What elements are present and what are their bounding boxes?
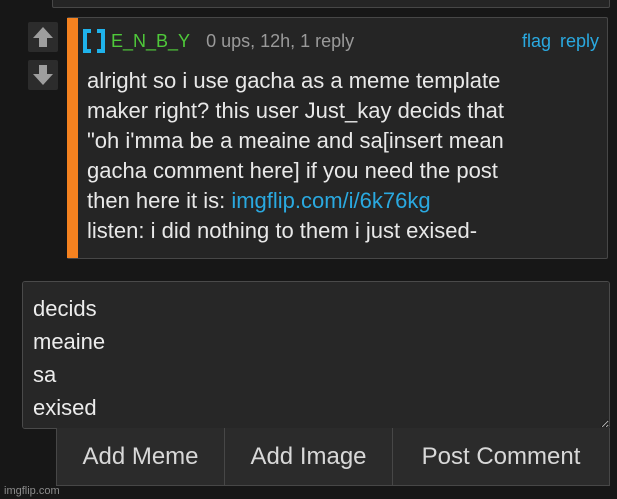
watermark: imgflip.com — [4, 485, 60, 497]
comment-meta: 0 ups, 12h, 1 reply — [206, 30, 355, 51]
comment-accent-bar — [67, 18, 78, 258]
comment-card: E_N_B_Y 0 ups, 12h, 1 reply flag reply a… — [67, 17, 608, 259]
reply-textarea[interactable]: decids meaine sa exised — [22, 281, 610, 429]
post-link[interactable]: imgflip.com/i/6k76kg — [231, 188, 430, 213]
comment-line: listen: i did nothing to them i just exi… — [87, 218, 478, 243]
comment-line: then here it is: imgflip.com/i/6k76kg — [87, 186, 597, 216]
comment-body: alright so i use gacha as a meme templat… — [87, 66, 597, 246]
upvote-button[interactable] — [28, 22, 58, 52]
add-image-button[interactable]: Add Image — [225, 428, 393, 486]
comment-line: maker right? this user Just_kay decids t… — [87, 98, 504, 123]
comment-line: gacha comment here] if you need the post — [87, 158, 498, 183]
comment-line: alright so i use gacha as a meme templat… — [87, 68, 501, 93]
comment-line-prefix: then here it is: — [87, 188, 232, 213]
previous-comment-edge — [52, 0, 610, 8]
arrow-down-icon — [33, 65, 53, 85]
add-meme-button[interactable]: Add Meme — [56, 428, 225, 486]
comment-line: "oh i'mma be a meaine and sa[insert mean — [87, 128, 504, 153]
downvote-button[interactable] — [28, 60, 58, 90]
flag-link[interactable]: flag — [522, 31, 551, 52]
post-comment-button[interactable]: Post Comment — [393, 428, 610, 486]
reply-button-row: Add Meme Add Image Post Comment — [56, 428, 610, 486]
comment-actions: flag reply — [522, 31, 599, 52]
reply-link[interactable]: reply — [560, 31, 599, 52]
bracket-avatar-icon[interactable] — [83, 29, 105, 53]
comment-header: E_N_B_Y 0 ups, 12h, 1 reply flag reply — [83, 28, 599, 54]
vote-controls — [28, 22, 58, 98]
arrow-up-icon — [33, 27, 53, 47]
comment-username[interactable]: E_N_B_Y — [111, 31, 190, 52]
